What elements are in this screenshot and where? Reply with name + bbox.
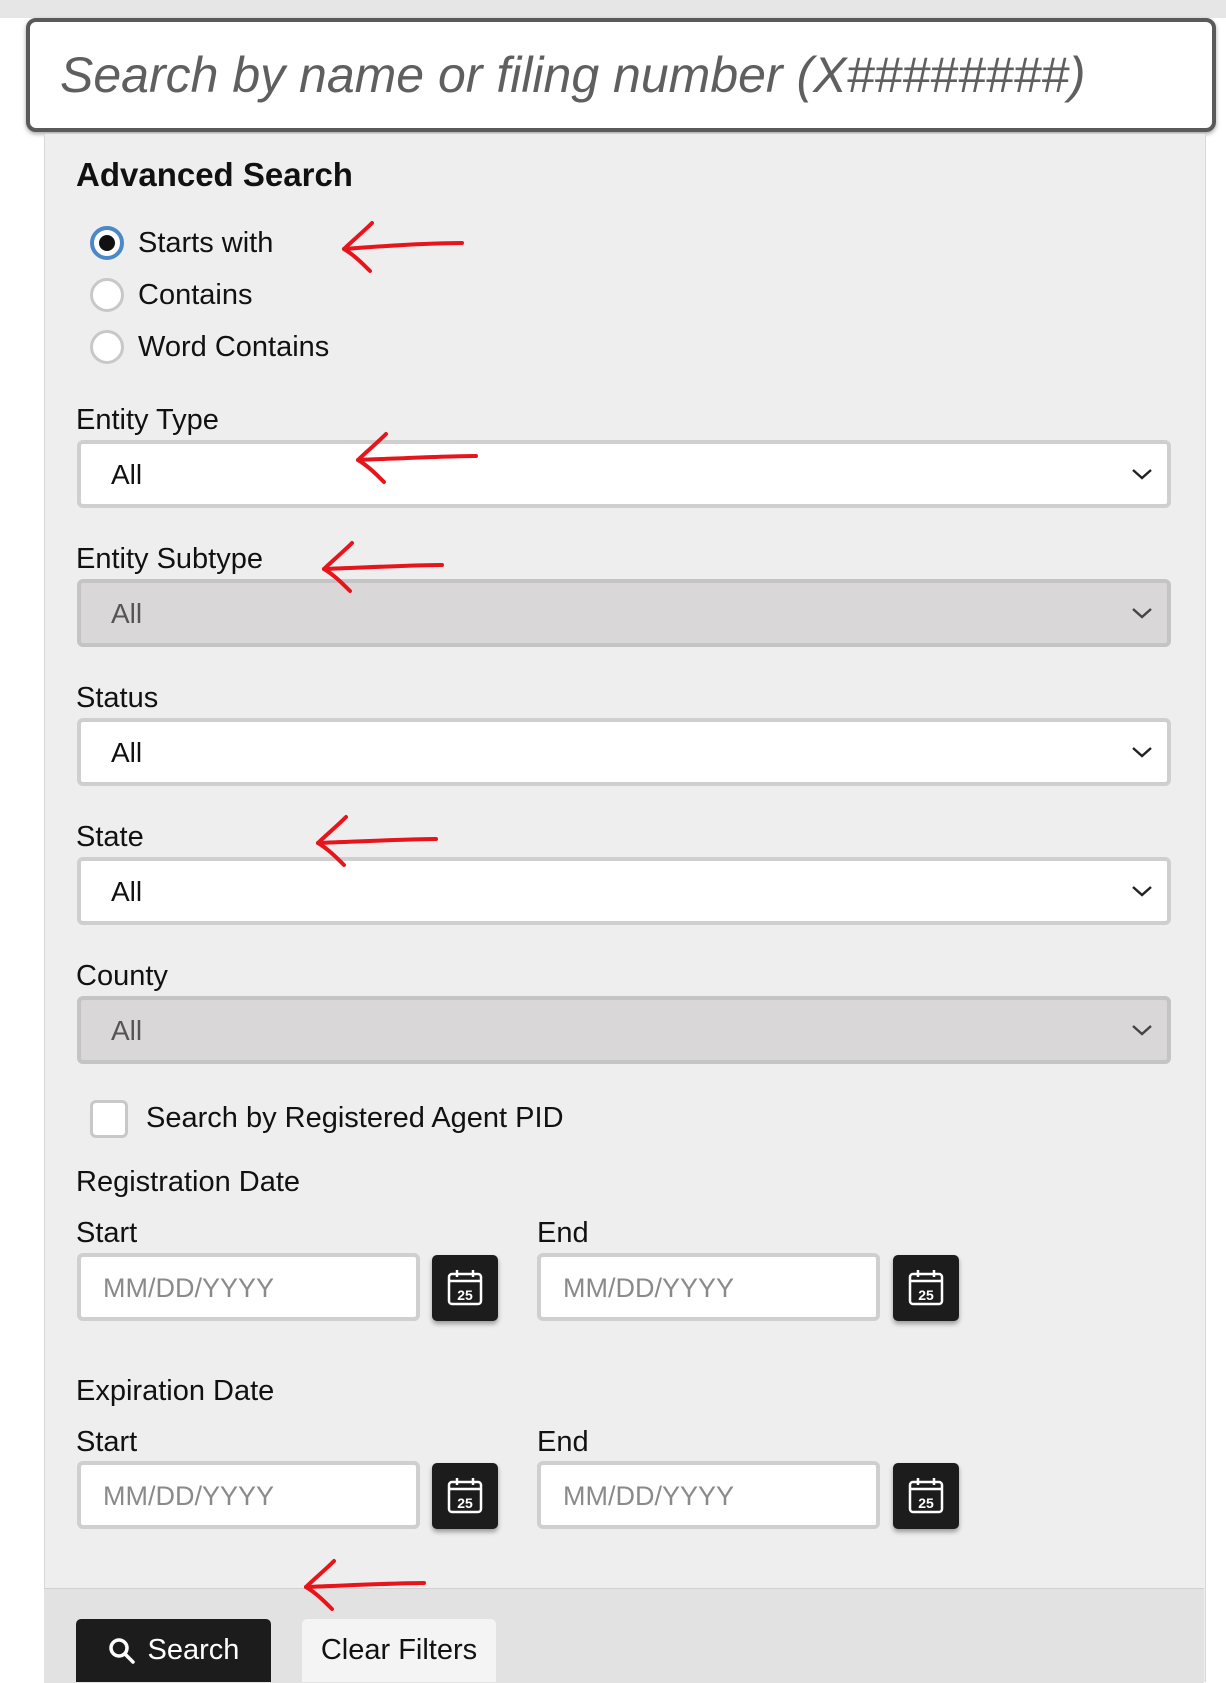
status-label: Status: [76, 682, 159, 714]
registration-end-input[interactable]: MM/DD/YYYY: [537, 1253, 880, 1321]
state-label: State: [76, 821, 144, 853]
chevron-down-icon: [1131, 744, 1153, 760]
state-select[interactable]: All: [77, 857, 1171, 925]
expiration-start-input[interactable]: MM/DD/YYYY: [77, 1461, 420, 1529]
county-label: County: [76, 960, 168, 992]
entity-type-label: Entity Type: [76, 404, 219, 436]
search-input[interactable]: [30, 22, 1212, 128]
county-value: All: [111, 1015, 143, 1046]
calendar-icon-text: 25: [457, 1495, 473, 1511]
chevron-down-icon: [1131, 1022, 1153, 1038]
search-button[interactable]: Search: [76, 1619, 271, 1682]
calendar-icon: 25: [447, 1478, 483, 1514]
radio-word-contains[interactable]: Word Contains: [90, 325, 329, 369]
expiration-end-calendar-button[interactable]: 25: [893, 1463, 959, 1529]
entity-subtype-select[interactable]: All: [77, 579, 1171, 647]
radio-contains[interactable]: Contains: [90, 273, 252, 317]
radio-label: Contains: [138, 278, 253, 311]
search-button-label: Search: [147, 1634, 240, 1666]
calendar-icon-text: 25: [457, 1287, 473, 1303]
expiration-start-label: Start: [76, 1426, 138, 1458]
advanced-search-title: Advanced Search: [76, 156, 353, 193]
annotation-arrow-icon: [356, 432, 478, 484]
entity-subtype-value: All: [111, 598, 143, 629]
county-select[interactable]: All: [77, 996, 1171, 1064]
chevron-down-icon: [1131, 466, 1153, 482]
radio-starts-with[interactable]: Starts with: [90, 221, 273, 265]
calendar-icon: 25: [908, 1478, 944, 1514]
date-placeholder: MM/DD/YYYY: [103, 1273, 275, 1303]
date-placeholder: MM/DD/YYYY: [563, 1273, 735, 1303]
search-icon: [108, 1637, 135, 1664]
status-value: All: [111, 737, 143, 768]
registration-start-calendar-button[interactable]: 25: [432, 1255, 498, 1321]
search-box[interactable]: [26, 18, 1216, 132]
clear-filters-button[interactable]: Clear Filters: [302, 1619, 496, 1682]
radio-button[interactable]: [90, 330, 124, 364]
radio-label: Starts with: [138, 226, 274, 259]
entity-type-select[interactable]: All: [77, 440, 1171, 508]
radio-button[interactable]: [90, 278, 124, 312]
annotation-arrow-icon: [322, 541, 444, 593]
annotation-arrow-icon: [342, 221, 464, 273]
registration-start-label: Start: [76, 1217, 138, 1249]
calendar-icon-text: 25: [918, 1495, 934, 1511]
calendar-icon-text: 25: [918, 1287, 934, 1303]
registration-end-label: End: [537, 1217, 589, 1249]
radio-button[interactable]: [90, 226, 124, 260]
chevron-down-icon: [1131, 883, 1153, 899]
annotation-arrow-icon: [304, 1559, 426, 1611]
registration-date-title: Registration Date: [76, 1166, 301, 1198]
radio-label: Word Contains: [138, 330, 330, 363]
clear-filters-label: Clear Filters: [320, 1634, 478, 1666]
top-strip: [0, 0, 1226, 18]
registration-end-calendar-button[interactable]: 25: [893, 1255, 959, 1321]
registration-start-input[interactable]: MM/DD/YYYY: [77, 1253, 420, 1321]
entity-type-value: All: [111, 459, 143, 490]
state-value: All: [111, 876, 143, 907]
expiration-start-calendar-button[interactable]: 25: [432, 1463, 498, 1529]
entity-subtype-label: Entity Subtype: [76, 543, 263, 575]
calendar-icon: 25: [447, 1270, 483, 1306]
chevron-down-icon: [1131, 605, 1153, 621]
agent-pid-label: Search by Registered Agent PID: [146, 1102, 564, 1134]
calendar-icon: 25: [908, 1270, 944, 1306]
date-placeholder: MM/DD/YYYY: [103, 1481, 275, 1511]
annotation-arrow-icon: [316, 815, 438, 867]
status-select[interactable]: All: [77, 718, 1171, 786]
date-placeholder: MM/DD/YYYY: [563, 1481, 735, 1511]
expiration-date-title: Expiration Date: [76, 1375, 275, 1407]
expiration-end-label: End: [537, 1426, 589, 1458]
agent-pid-checkbox[interactable]: [90, 1100, 128, 1138]
expiration-end-input[interactable]: MM/DD/YYYY: [537, 1461, 880, 1529]
